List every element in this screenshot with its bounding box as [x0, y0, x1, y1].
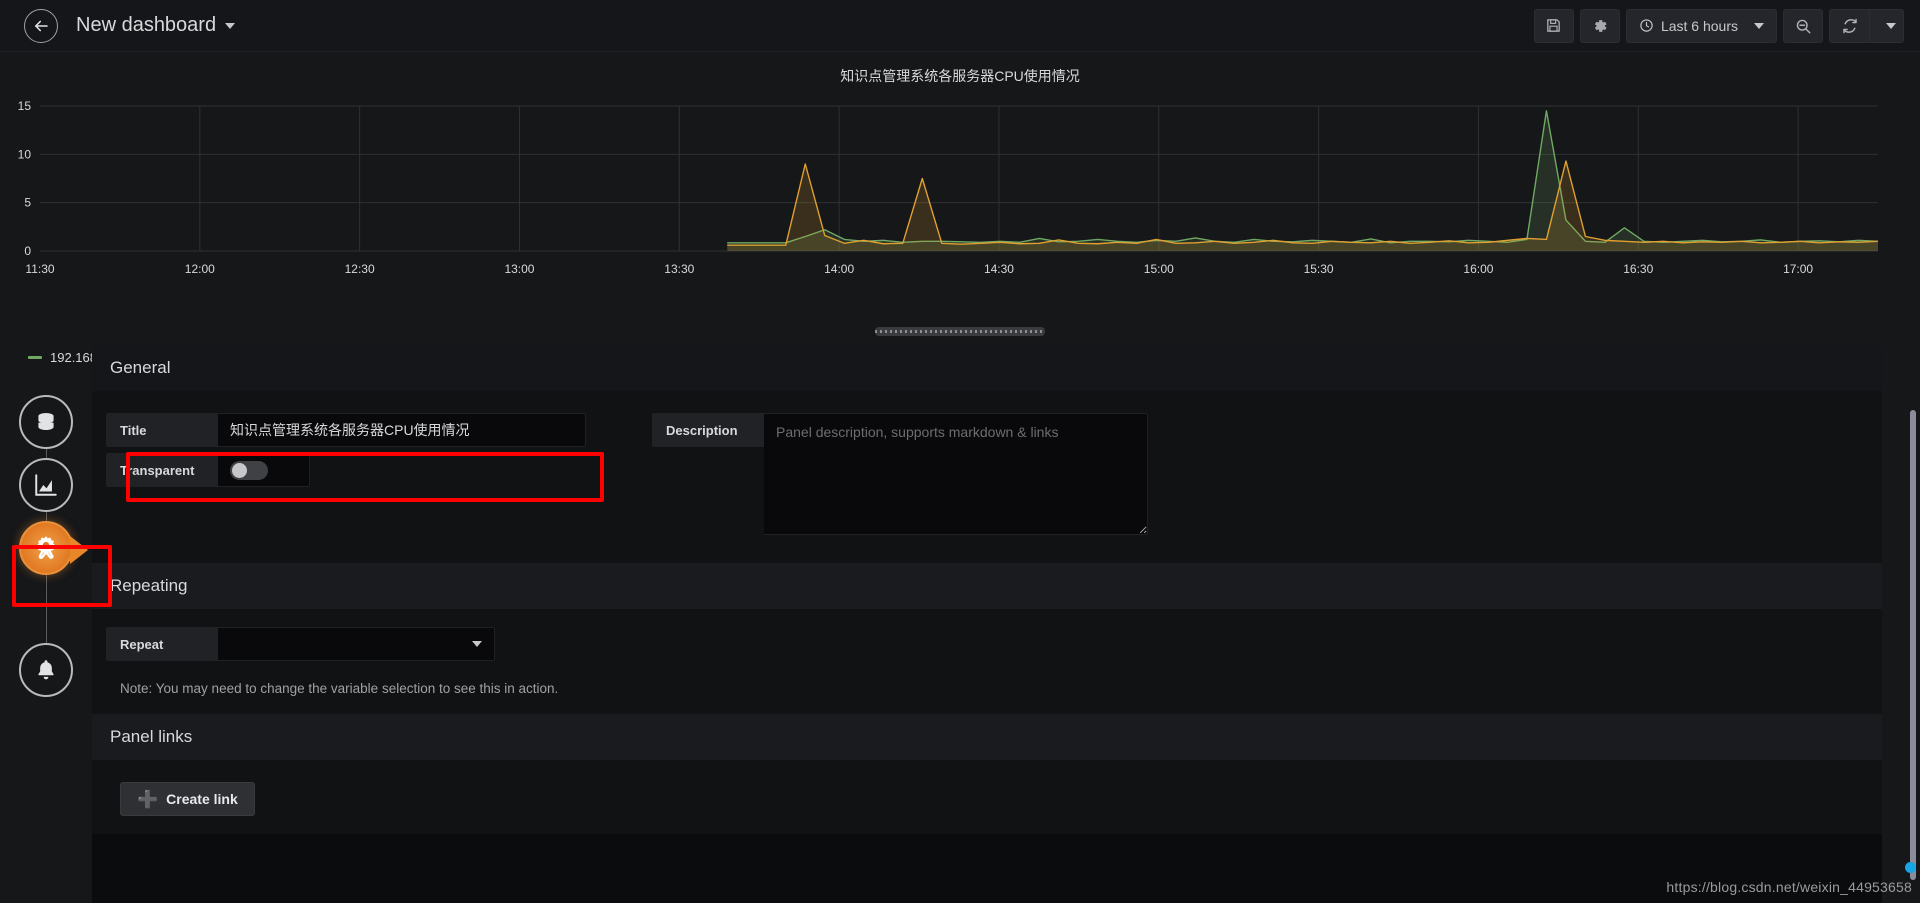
editor-scrollbar[interactable] [1910, 410, 1916, 880]
panel-links-section-header: Panel links [92, 714, 1882, 760]
clock-icon [1640, 19, 1653, 32]
svg-text:5: 5 [24, 196, 31, 210]
svg-text:10: 10 [18, 147, 32, 161]
svg-text:12:30: 12:30 [345, 262, 375, 276]
svg-text:15:00: 15:00 [1144, 262, 1174, 276]
magnifier-minus-icon [1796, 19, 1811, 33]
svg-text:13:30: 13:30 [664, 262, 694, 276]
svg-text:0: 0 [24, 244, 31, 258]
arrow-left-icon [34, 20, 48, 31]
title-input[interactable] [218, 413, 586, 447]
graph-panel-title: 知识点管理系统各服务器CPU使用情况 [840, 68, 1080, 84]
time-range-caret-icon [1754, 22, 1764, 29]
svg-text:16:00: 16:00 [1463, 262, 1493, 276]
chevron-down-icon [472, 641, 482, 647]
dashboard-title[interactable]: New dashboard [76, 14, 216, 37]
chevron-down-icon [1886, 22, 1896, 29]
chart-area-icon [35, 474, 57, 496]
plus-icon: ➕ [137, 789, 159, 809]
panel-links-section-body: ➕ Create link [92, 760, 1882, 834]
database-icon [38, 413, 54, 431]
repeat-select[interactable] [218, 627, 495, 661]
svg-text:11:30: 11:30 [25, 262, 54, 276]
panel-links-heading: Panel links [110, 727, 193, 746]
sidebar-item-queries[interactable] [19, 395, 73, 449]
general-heading: General [110, 358, 171, 377]
svg-text:14:30: 14:30 [984, 262, 1014, 276]
transparent-toggle-cell [218, 453, 310, 487]
navbar-actions: Last 6 hours [1533, 8, 1904, 43]
graph-panel: 知识点管理系统各服务器CPU使用情况 0 5 10 15 11:30 12:00 12:30… [0, 52, 1920, 365]
title-label: Title [106, 413, 218, 447]
svg-text:16:30: 16:30 [1623, 262, 1653, 276]
svg-text:12:00: 12:00 [185, 262, 215, 276]
gear-icon [1595, 19, 1607, 32]
gear-wrench-icon [36, 536, 56, 559]
time-range-label: Last 6 hours [1660, 17, 1738, 34]
time-range-picker[interactable]: Last 6 hours [1625, 8, 1777, 43]
general-section-body: Title Transparent Description [92, 391, 1882, 563]
dashboard-caret-icon[interactable] [225, 22, 236, 29]
zoom-out-button[interactable] [1783, 8, 1823, 43]
svg-text:14:00: 14:00 [824, 262, 854, 276]
repeating-note: Note: You may need to change the variabl… [120, 681, 559, 696]
repeat-label: Repeat [106, 627, 218, 661]
sidebar-item-general[interactable] [19, 521, 88, 575]
watermark-text: https://blog.csdn.net/weixin_44953658 [1666, 879, 1912, 895]
title-field-row: Title [106, 413, 586, 447]
svg-text:15:30: 15:30 [1304, 262, 1334, 276]
transparent-field-row: Transparent [106, 453, 586, 487]
repeating-section-body: Repeat Note: You may need to change the … [92, 609, 1882, 714]
repeat-field-row: Repeat [106, 627, 1882, 661]
bell-icon [38, 660, 54, 680]
description-label: Description [652, 413, 764, 447]
general-left-column: Title Transparent [106, 413, 586, 541]
sidebar-item-visualization[interactable] [19, 458, 73, 512]
create-link-button[interactable]: ➕ Create link [120, 782, 255, 816]
back-button[interactable] [24, 8, 58, 43]
blue-dot-marker [1905, 862, 1916, 873]
repeating-section-header: Repeating [92, 563, 1882, 609]
transparent-toggle[interactable] [230, 460, 268, 480]
create-link-label: Create link [166, 791, 238, 807]
refresh-interval-dropdown[interactable] [1869, 8, 1904, 43]
sidebar-item-alert[interactable] [19, 643, 73, 697]
graph-svg: 0 5 10 15 11:30 12:00 12:30 13:00 13:30 14:00 14:3… [18, 99, 1879, 276]
refresh-icon [1842, 18, 1857, 33]
save-disk-icon [1547, 19, 1561, 32]
top-navbar: New dashboard Last 6 hours [0, 0, 1920, 52]
graph-plot-area[interactable]: 0 5 10 15 11:30 12:00 12:30 13:00 13:30 14:00 14:3… [0, 96, 1920, 276]
description-textarea[interactable] [764, 413, 1148, 535]
svg-text:13:00: 13:00 [504, 262, 534, 276]
description-field-row: Description [652, 413, 1148, 535]
panel-resize-handle[interactable] [875, 327, 1045, 336]
repeating-heading: Repeating [110, 576, 188, 595]
refresh-control-group [1829, 8, 1904, 43]
save-dashboard-button[interactable] [1533, 8, 1574, 43]
dashboard-settings-button[interactable] [1579, 8, 1620, 43]
refresh-button[interactable] [1829, 8, 1869, 43]
svg-text:15: 15 [18, 99, 32, 113]
transparent-label: Transparent [106, 453, 218, 487]
panel-editor: General Title Transparent Description Re… [92, 345, 1882, 903]
general-section-header: General [92, 345, 1882, 391]
svg-text:17:00: 17:00 [1783, 262, 1813, 276]
editor-tab-rail [0, 345, 92, 903]
